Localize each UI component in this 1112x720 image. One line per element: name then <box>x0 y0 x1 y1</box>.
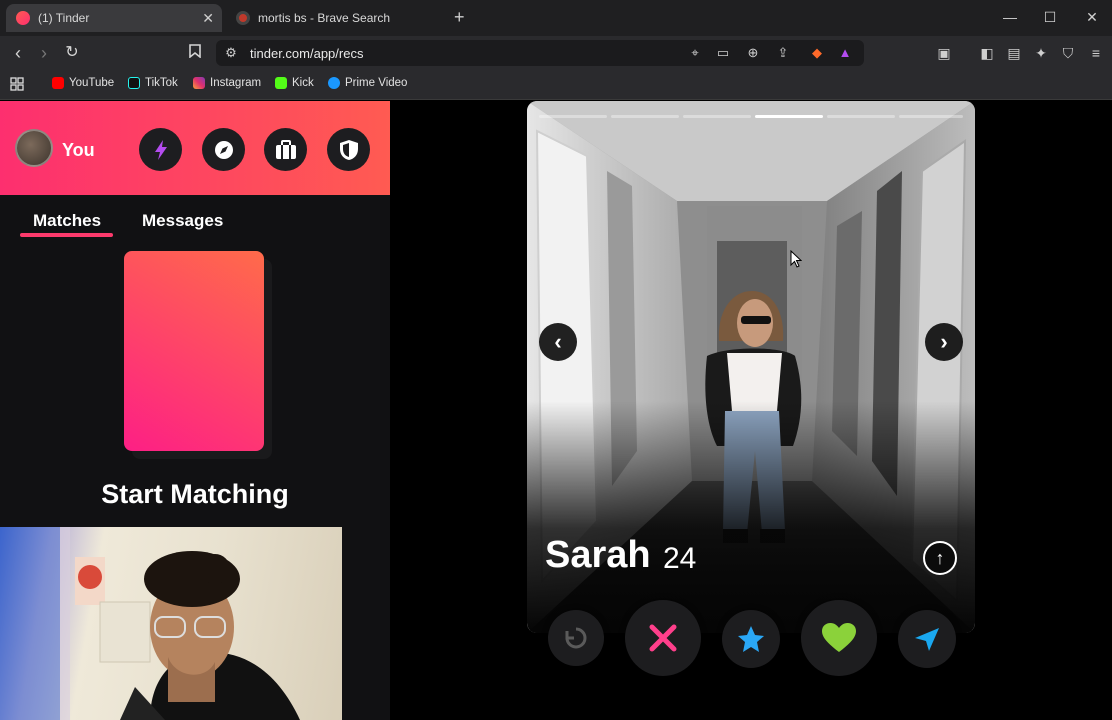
rewind-icon <box>565 627 587 649</box>
boost-send-button[interactable] <box>898 610 956 668</box>
photo-progress-segment <box>611 115 679 118</box>
cast-icon[interactable]: ▭ <box>714 45 732 61</box>
forward-icon[interactable]: › <box>34 43 54 63</box>
profile-label[interactable]: You <box>62 140 95 161</box>
profile-name: Sarah <box>545 534 651 576</box>
next-photo-button[interactable]: › <box>925 323 963 361</box>
browser-tab-tinder[interactable]: (1) Tinder ✕ <box>6 4 222 32</box>
brave-shields-icon[interactable]: ◆ <box>808 45 826 61</box>
tab-matches[interactable]: Matches <box>33 211 101 231</box>
active-tab-indicator <box>20 233 113 237</box>
window-close-icon[interactable]: ✕ <box>1082 8 1102 26</box>
bookmark-tiktok[interactable]: TikTok <box>128 77 178 89</box>
open-profile-button[interactable]: ↑ <box>923 541 957 575</box>
reload-icon[interactable]: ↻ <box>62 43 82 63</box>
profile-age: 24 <box>663 542 697 575</box>
photo-progress-segment <box>827 115 895 118</box>
bookmark-prime-video[interactable]: Prime Video <box>328 77 407 89</box>
bookmark-label: TikTok <box>145 77 178 89</box>
super-like-icon <box>738 626 764 652</box>
safety-button[interactable] <box>327 128 370 171</box>
youtube-icon <box>52 77 64 89</box>
browser-tab-bar: (1) Tinder ✕ mortis bs - Brave Search + … <box>0 0 1112 36</box>
previous-photo-button[interactable]: ‹ <box>539 323 577 361</box>
tiktok-icon <box>128 77 140 89</box>
browser-tab-brave-search[interactable]: mortis bs - Brave Search <box>226 4 444 32</box>
new-tab-icon[interactable]: + <box>454 8 465 26</box>
tab-messages[interactable]: Messages <box>142 211 223 231</box>
empty-state-title: Start Matching <box>101 479 289 509</box>
url-text[interactable]: tinder.com/app/recs <box>250 46 363 61</box>
maximize-icon[interactable]: ☐ <box>1040 8 1060 26</box>
super-like-button[interactable] <box>722 610 780 668</box>
webcam-feed-image <box>0 527 300 720</box>
close-tab-icon[interactable]: ✕ <box>202 10 214 26</box>
photo-progress-segment-active <box>755 115 823 118</box>
tinder-favicon-icon <box>16 11 30 25</box>
arrow-up-icon: ↑ <box>935 547 945 568</box>
prime-video-icon <box>328 77 340 89</box>
bookmark-youtube[interactable]: YouTube <box>52 77 114 89</box>
site-settings-icon[interactable]: ⚙ <box>222 45 240 61</box>
like-button[interactable] <box>801 600 877 676</box>
shield-icon <box>339 139 358 160</box>
card-bottom-gradient <box>527 401 975 633</box>
explore-button[interactable] <box>202 128 245 171</box>
empty-matches-card <box>124 251 264 451</box>
tab-title: mortis bs - Brave Search <box>258 11 391 25</box>
address-bar[interactable]: ⚙ tinder.com/app/recs ⌖ ▭ ⊕ ⇪ ◆ ▲ <box>216 40 864 66</box>
mouse-cursor-icon <box>790 249 803 273</box>
compass-icon <box>214 140 233 159</box>
chevron-left-icon: ‹ <box>554 329 562 354</box>
sidebar-header: You <box>0 101 390 195</box>
menu-icon[interactable]: ≡ <box>1086 45 1106 61</box>
kick-icon <box>275 77 287 89</box>
nope-icon <box>649 624 677 652</box>
vpn-icon[interactable]: ⛉ <box>1058 45 1078 62</box>
bookmark-icon[interactable] <box>185 43 205 63</box>
profile-card[interactable]: ‹ › Sarah 24 ↑ <box>527 101 975 633</box>
wallet-icon[interactable]: ▤ <box>1004 45 1024 62</box>
bookmarks-bar: YouTube TikTok Instagram Kick Prime Vide… <box>0 70 1112 100</box>
webcam-overlay <box>0 527 342 720</box>
browser-toolbar: ‹ › ↻ ⚙ tinder.com/app/recs ⌖ ▭ ⊕ ⇪ ◆ ▲ … <box>0 36 1112 70</box>
chevron-right-icon: › <box>940 329 948 354</box>
bookmark-label: Instagram <box>210 77 262 89</box>
briefcase-icon <box>275 139 296 159</box>
bookmark-label: Prime Video <box>345 77 408 89</box>
sidebar-toggle-icon[interactable]: ◧ <box>977 45 997 62</box>
bookmark-instagram[interactable]: Instagram <box>193 77 261 89</box>
share-icon[interactable]: ⇪ <box>774 45 792 61</box>
photo-progress-segment <box>899 115 963 118</box>
bookmark-label: Kick <box>292 77 314 89</box>
nope-button[interactable] <box>625 600 701 676</box>
rewind-button[interactable] <box>548 610 604 666</box>
location-icon[interactable]: ⌖ <box>686 45 704 61</box>
bookmark-label: YouTube <box>69 77 115 89</box>
avatar[interactable] <box>15 129 53 167</box>
back-icon[interactable]: ‹ <box>8 43 28 63</box>
leo-ai-icon[interactable]: ✦ <box>1031 45 1051 62</box>
tab-title: (1) Tinder <box>38 11 90 25</box>
photo-progress-segment <box>683 115 751 118</box>
brave-rewards-icon[interactable]: ▲ <box>836 45 854 60</box>
reader-mode-icon[interactable]: ▣ <box>934 45 954 62</box>
apps-grid-icon[interactable] <box>10 77 24 91</box>
minimize-icon[interactable]: — <box>1000 8 1020 26</box>
work-button[interactable] <box>264 128 307 171</box>
photo-progress-segment <box>539 115 607 118</box>
bolt-icon <box>154 139 167 160</box>
bookmark-kick[interactable]: Kick <box>275 77 314 89</box>
zoom-icon[interactable]: ⊕ <box>744 45 762 61</box>
boost-button[interactable] <box>139 128 182 171</box>
instagram-icon <box>193 77 205 89</box>
boost-icon <box>915 628 939 651</box>
like-icon <box>822 623 856 652</box>
brave-search-favicon-icon <box>236 11 250 25</box>
